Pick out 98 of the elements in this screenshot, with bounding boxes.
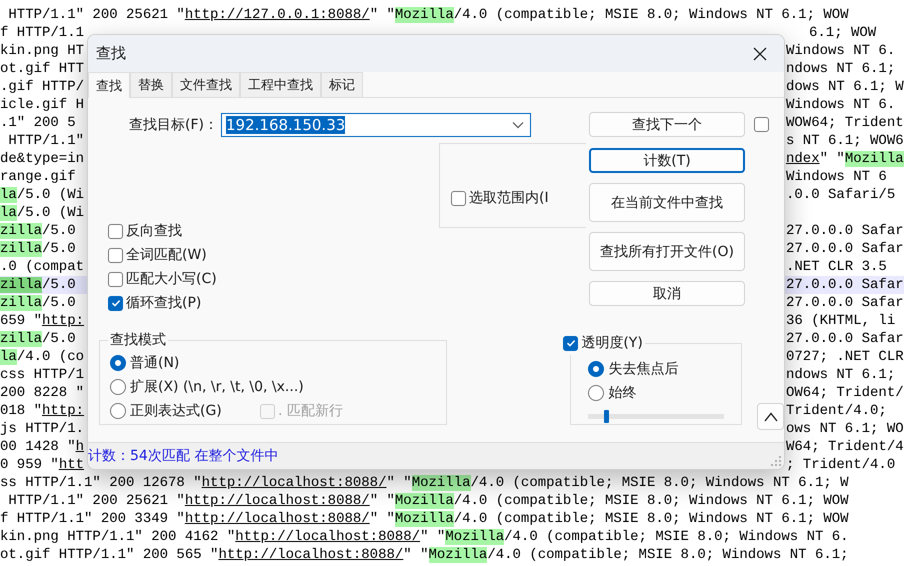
checkbox[interactable]: 反向查找 (108, 219, 439, 243)
line-text: zilla/5.0 (0, 223, 76, 239)
slider-thumb[interactable] (604, 410, 610, 423)
url-link[interactable]: http: (42, 313, 84, 329)
line-text: js HTTP/1. (0, 421, 84, 437)
group-title: 查找模式 (109, 331, 167, 349)
line-text: f HTTP/1.1 (0, 25, 84, 41)
checkbox[interactable]: 匹配大小写(C) (108, 267, 439, 291)
line-text: HTTP/1.1" 200 25621 "http://127.0.0.1:8088/" "Mozilla/4.0 (compatible; MSIE 8.0; Windows NT 6.1; WOW (7, 6, 849, 24)
line-text: ot.gif HTTP/1.1" 200 565 "http://localhost:8088/" "Mozilla/4.0 (compatible; MSIE 8.0; Windows NT 6.1; (0, 546, 849, 564)
line-text: s NT 6.1; WOW6 (786, 133, 904, 149)
tab[interactable]: 替换 (130, 72, 172, 97)
line-text: zilla/5.0 (0, 295, 76, 311)
line-text: zilla/5.0 (0, 241, 76, 257)
radio-button[interactable]: 扩展(X) (\n, \r, \t, \0, \x...) (110, 375, 304, 399)
line-text: .0.0 Safari/5 (786, 187, 896, 203)
tab[interactable]: 文件查找 (172, 72, 240, 97)
line-text: ndex" "Mozilla (786, 151, 904, 167)
line-text: 6.1; WOW (809, 25, 876, 41)
url-link[interactable]: http://localhost:8088/ (184, 493, 370, 509)
line-text: range.gif (0, 169, 76, 185)
line-text: 00 1428 "h (0, 439, 84, 455)
line-text: OW64; Trident/ (786, 385, 904, 401)
url-link[interactable]: ndex (786, 151, 820, 167)
window-title: 查找 (96, 44, 127, 63)
line-text: 27.0.0.0 Safar (786, 295, 904, 311)
line-text: la/4.0 (co (0, 349, 84, 365)
line-text: ndows NT 6.1; (786, 367, 896, 383)
dialog-button[interactable]: 计数(T) (589, 148, 745, 173)
line-text: HTTP/1.1" (7, 133, 84, 149)
dialog-button[interactable]: 在当前文件中查找 (589, 183, 745, 222)
line-text: zilla/5.0 (0, 331, 76, 347)
resize-grip-icon[interactable] (770, 455, 782, 467)
line-text: .0 (compat (0, 259, 84, 275)
line-text: la/5.0 (Wi (0, 187, 84, 203)
dialog-button[interactable]: 查找所有打开文件(O) (589, 232, 745, 271)
line-text: .1" 200 5 (0, 115, 76, 131)
line-text: Windows NT 6. (786, 97, 896, 113)
line-text: ot.gif HTT (0, 61, 84, 77)
line-text: HTTP/1.1" 200 25621 "http://localhost:8088/" "Mozilla/4.0 (compatible; MSIE 8.0; Windows NT 6.1; WOW (7, 492, 849, 510)
close-icon (752, 46, 768, 62)
url-link[interactable]: http://localhost:8088/ (218, 547, 404, 563)
line-text: 0727; .NET CLR (786, 349, 904, 365)
line-text: de&type=in (0, 151, 84, 167)
radio-button[interactable]: 普通(N) (110, 351, 260, 375)
line-text: dows NT 6.1; W (786, 79, 904, 95)
url-link[interactable]: http: (42, 403, 84, 419)
search-combo[interactable]: 192.168.150.33 (221, 112, 531, 136)
url-link[interactable]: http://localhost:8088/ (184, 511, 370, 527)
line-text: ows NT 6.1; WO (786, 421, 904, 437)
line-text: 0 959 "htt (0, 457, 84, 473)
checkbox[interactable]: 透明度(Y) (563, 331, 643, 355)
line-text: 27.0.0.0 Safar (786, 223, 904, 239)
line-text: kin.png HTTP/1.1" 200 4162 "http://localhost:8088/" "Mozilla/4.0 (compatible; MSIE 8.0; Windows NT 6. (0, 528, 849, 546)
line-text: Windows NT 6 (786, 169, 887, 185)
line-text: ss HTTP/1.1" 200 12678 "http://localhost:8088/" "Mozilla/4.0 (compatible; MSIE 8.0; Windows NT 6.1; W (0, 474, 849, 492)
line-text: ; Trident/4.0 (786, 457, 896, 473)
collapse-button[interactable] (757, 403, 784, 430)
line-text: Trident/4.0; (786, 403, 887, 419)
line-text: 27.0.0.0 Safar (786, 331, 904, 347)
url-link[interactable]: http://127.0.0.1:8088/ (184, 7, 370, 23)
url-link[interactable]: http://localhost:8088/ (235, 529, 420, 545)
dropdown-caret-icon (512, 120, 524, 128)
radio-button[interactable]: 失去焦点后 (588, 357, 738, 381)
status-text: 计数：54次匹配 在整个文件中 (88, 447, 278, 465)
url-link[interactable]: http://localhost:8088/ (202, 475, 386, 491)
line-text: 27.0.0.0 Safar (786, 241, 904, 257)
line-text: 27.0.0.0 Safar (786, 277, 904, 293)
dialog-button[interactable]: 查找下一个 (589, 112, 745, 137)
line-text: WOW64; Trident (786, 115, 904, 131)
chevron-up-icon (764, 412, 778, 422)
line-text: la/5.0 (Wi (0, 205, 84, 221)
checkbox[interactable]: 循环查找(P) (108, 291, 439, 315)
field-label: 查找目标(F)： (128, 116, 218, 134)
tab[interactable]: 查找 (88, 72, 130, 98)
line-text: 36 (KHTML, li (786, 313, 896, 329)
line-text: 018 "http: (0, 403, 84, 419)
url-link[interactable]: htt (58, 457, 84, 473)
line-text: Windows NT 6. (786, 43, 896, 59)
line-text: .NET CLR 3.5 (786, 259, 887, 275)
line-text: W64; Trident/4 (786, 439, 904, 455)
line-text: ndows NT 6.1; (786, 61, 896, 77)
tab[interactable]: 标记 (321, 72, 363, 97)
tab[interactable]: 工程中查找 (240, 72, 321, 97)
checkbox[interactable]: 全词匹配(W) (108, 243, 439, 267)
line-text: .gif HTTP/ (0, 79, 84, 95)
line-text: 659 "http: (0, 313, 84, 329)
line-text: f HTTP/1.1" 200 3349 "http://localhost:8088/" "Mozilla/4.0 (compatible; MSIE 8.0; Windows NT 6.1; WOW (0, 510, 849, 528)
radio-button[interactable]: 正则表达式(G) (110, 399, 260, 423)
dialog-button[interactable]: 取消 (589, 281, 745, 306)
url-link[interactable]: h (76, 439, 84, 455)
radio-button[interactable]: 始终 (588, 381, 738, 405)
line-text: zilla/5.0 (0, 277, 76, 293)
line-text: icle.gif H (0, 97, 84, 113)
line-text: kin.png HT (0, 43, 84, 59)
checkbox[interactable]: 选取范围内(I (451, 186, 549, 210)
line-text: 200 8228 " (0, 385, 84, 401)
line-text: css HTTP/1 (0, 367, 84, 383)
